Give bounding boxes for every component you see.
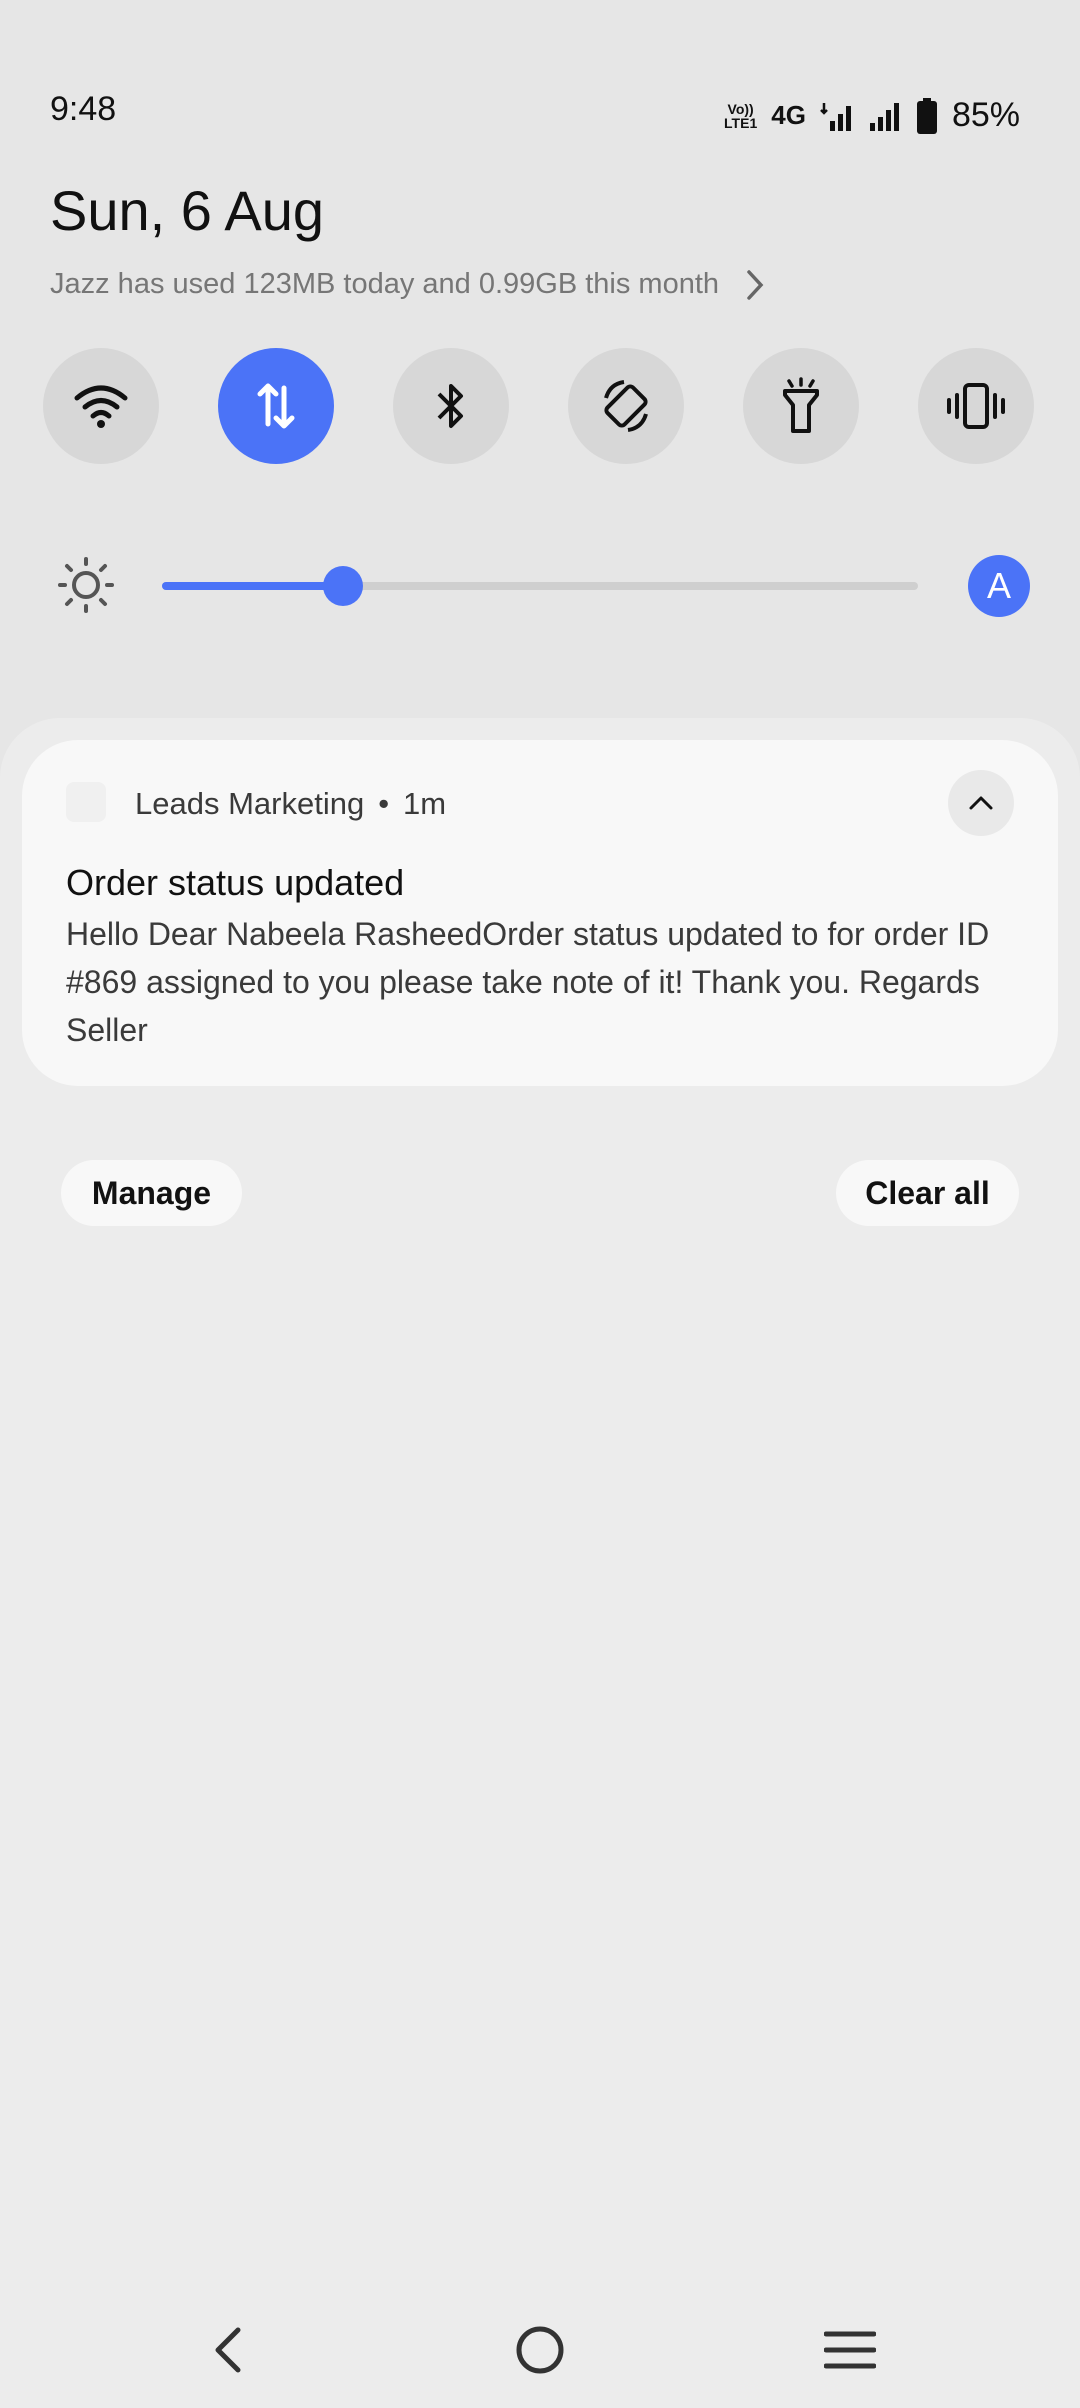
mobile-data-toggle[interactable] xyxy=(218,348,334,464)
back-button[interactable] xyxy=(192,2320,262,2380)
flashlight-icon xyxy=(783,377,819,433)
network-type: 4G xyxy=(771,100,806,130)
signal-2-icon xyxy=(869,102,899,131)
app-icon xyxy=(66,782,106,822)
auto-rotate-toggle[interactable] xyxy=(568,348,684,464)
wifi-icon xyxy=(74,385,128,428)
bluetooth-icon xyxy=(437,384,463,428)
notification-header: Leads Marketing • 1m xyxy=(135,786,446,822)
brightness-row: A xyxy=(0,550,1080,620)
brightness-slider[interactable] xyxy=(162,566,918,606)
back-icon xyxy=(215,2327,241,2373)
notification-shade: 9:48 Vo)) LTE1 4G 85% Sun, 6 Aug Jazz ha… xyxy=(0,0,1080,2408)
quick-toggles xyxy=(43,348,1043,466)
flashlight-toggle[interactable] xyxy=(743,348,859,464)
auto-brightness-button[interactable]: A xyxy=(968,555,1030,617)
navigation-bar xyxy=(0,2300,1080,2408)
auto-rotate-icon xyxy=(604,380,648,432)
date-label: Sun, 6 Aug xyxy=(50,179,325,242)
collapse-button[interactable] xyxy=(948,770,1014,836)
app-name: Leads Marketing xyxy=(135,786,365,821)
home-icon xyxy=(516,2326,564,2374)
wifi-toggle[interactable] xyxy=(43,348,159,464)
data-usage-text: Jazz has used 123MB today and 0.99GB thi… xyxy=(50,268,720,300)
clock: 9:48 xyxy=(50,90,117,128)
battery-percent: 85% xyxy=(951,96,1020,134)
menu-icon xyxy=(824,2331,876,2369)
notification-body: Hello Dear Nabeela RasheedOrder status u… xyxy=(66,916,990,1048)
mobile-data-icon xyxy=(257,383,295,429)
notification-card[interactable]: Leads Marketing • 1m Order status update… xyxy=(22,740,1058,1086)
chevron-right-icon xyxy=(747,269,764,300)
notification-time: 1m xyxy=(403,786,447,821)
chevron-up-icon xyxy=(969,796,993,810)
status-bar: 9:48 Vo)) LTE1 4G 85% xyxy=(0,0,1080,160)
home-button[interactable] xyxy=(505,2320,575,2380)
brightness-icon xyxy=(58,557,114,613)
recents-button[interactable] xyxy=(815,2320,885,2380)
brightness-thumb[interactable] xyxy=(323,566,364,606)
vibrate-toggle[interactable] xyxy=(918,348,1034,464)
signal-1-icon xyxy=(820,102,851,131)
status-icons: Vo)) LTE1 4G 85% xyxy=(724,96,1020,135)
brightness-fill xyxy=(162,582,344,590)
notification-title: Order status updated xyxy=(66,862,405,903)
volte-icon: Vo)) LTE1 xyxy=(724,100,758,131)
battery-icon xyxy=(916,97,937,134)
separator-dot: • xyxy=(378,786,390,821)
vibrate-icon xyxy=(947,383,1005,429)
manage-button[interactable]: Manage xyxy=(61,1160,242,1226)
data-usage-row[interactable]: Jazz has used 123MB today and 0.99GB thi… xyxy=(50,268,765,301)
bluetooth-toggle[interactable] xyxy=(393,348,509,464)
clear-all-button[interactable]: Clear all xyxy=(836,1160,1019,1226)
